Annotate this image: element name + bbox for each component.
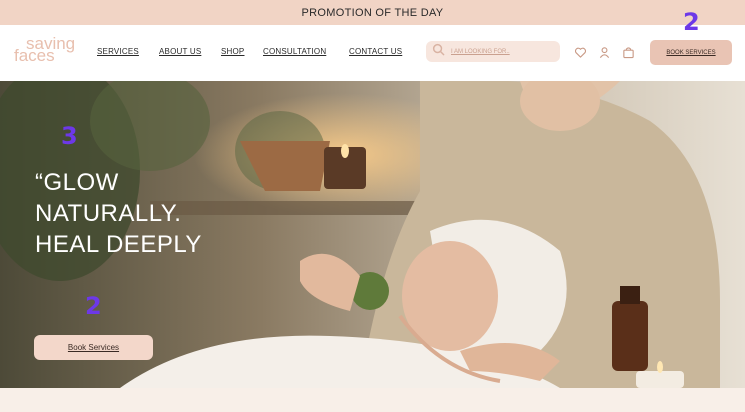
nav-link-shop[interactable]: SHOP <box>221 47 244 56</box>
marker-nav-book: 2 <box>683 8 700 36</box>
hero-headline: “GLOW NATURALLY. HEAL DEEPLY <box>35 167 202 260</box>
top-nav: saving faces SERVICES ABOUT US SHOP CONS… <box>0 25 745 81</box>
heart-icon[interactable] <box>574 46 587 59</box>
hero-book-services-button[interactable]: Book Services <box>34 335 153 360</box>
headline-line-3: HEAL DEEPLY <box>35 231 202 258</box>
page-bottom-strip <box>0 388 745 412</box>
headline-line-1: “GLOW <box>35 169 119 196</box>
marker-hero-book: 2 <box>85 292 102 320</box>
headline-line-2: NATURALLY. <box>35 200 182 227</box>
promo-bar: PROMOTION OF THE DAY <box>0 0 745 25</box>
nav-link-services[interactable]: SERVICES <box>97 47 139 56</box>
marker-headline: 3 <box>61 122 78 150</box>
user-icon[interactable] <box>598 46 611 59</box>
nav-link-about-us[interactable]: ABOUT US <box>159 47 201 56</box>
nav-link-contact-us[interactable]: CONTACT US <box>349 47 402 56</box>
search-input[interactable]: I AM LOOKING FOR.. <box>426 41 560 62</box>
book-services-button[interactable]: BOOK SERVICES <box>650 40 732 65</box>
search-icon <box>432 43 445 61</box>
search-placeholder: I AM LOOKING FOR.. <box>451 48 510 55</box>
nav-link-consultation[interactable]: CONSULTATION <box>263 47 326 56</box>
promo-text: PROMOTION OF THE DAY <box>301 6 444 19</box>
bag-icon[interactable] <box>622 46 635 59</box>
logo[interactable]: saving faces <box>14 35 80 64</box>
hero-section: “GLOW NATURALLY. HEAL DEEPLY Book Servic… <box>0 81 745 388</box>
